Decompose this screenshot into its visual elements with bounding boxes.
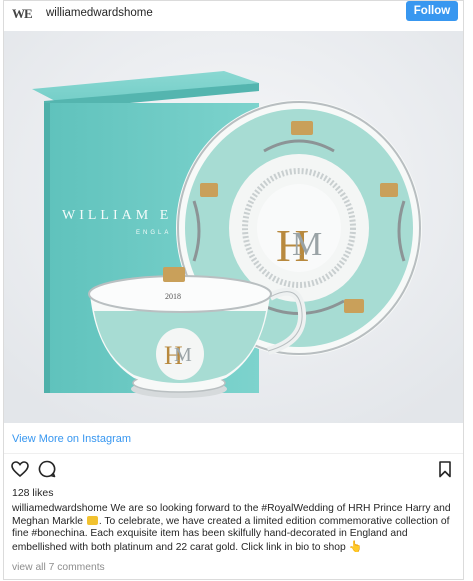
post-username[interactable]: williamedwardshome [46,7,153,19]
box-subline-text: ENGLA [136,230,171,236]
post-photo[interactable]: WILLIAM E ENGLA H M 2018 H M [4,31,463,423]
svg-text:M: M [174,344,192,366]
flag-emoji-icon [86,515,98,525]
pointing-hand-icon: 👆 [348,540,363,553]
box-brand-text: WILLIAM E [62,208,172,223]
teacup-product-image: WILLIAM E ENGLA H M 2018 H M [4,31,463,423]
post-header: WE williamedwardshome Follow [4,1,463,29]
comment-icon[interactable] [37,459,57,479]
post-actions [4,459,463,479]
svg-text:M: M [292,226,322,263]
heart-icon[interactable] [10,459,30,479]
caption-author[interactable]: williamedwardshome [12,503,108,514]
follow-button[interactable]: Follow [406,1,458,21]
post-caption: williamedwardshome We are so looking for… [12,503,458,554]
divider [4,453,463,454]
instagram-embed: WE williamedwardshome Follow WILLIAM E E… [3,0,464,580]
cup-year-text: 2018 [165,292,181,301]
view-all-comments-link[interactable]: view all 7 comments [12,562,105,573]
likes-count[interactable]: 128 likes [12,487,53,499]
brand-logo[interactable]: WE [12,6,33,22]
view-more-link[interactable]: View More on Instagram [12,433,131,445]
bookmark-icon[interactable] [435,459,455,479]
